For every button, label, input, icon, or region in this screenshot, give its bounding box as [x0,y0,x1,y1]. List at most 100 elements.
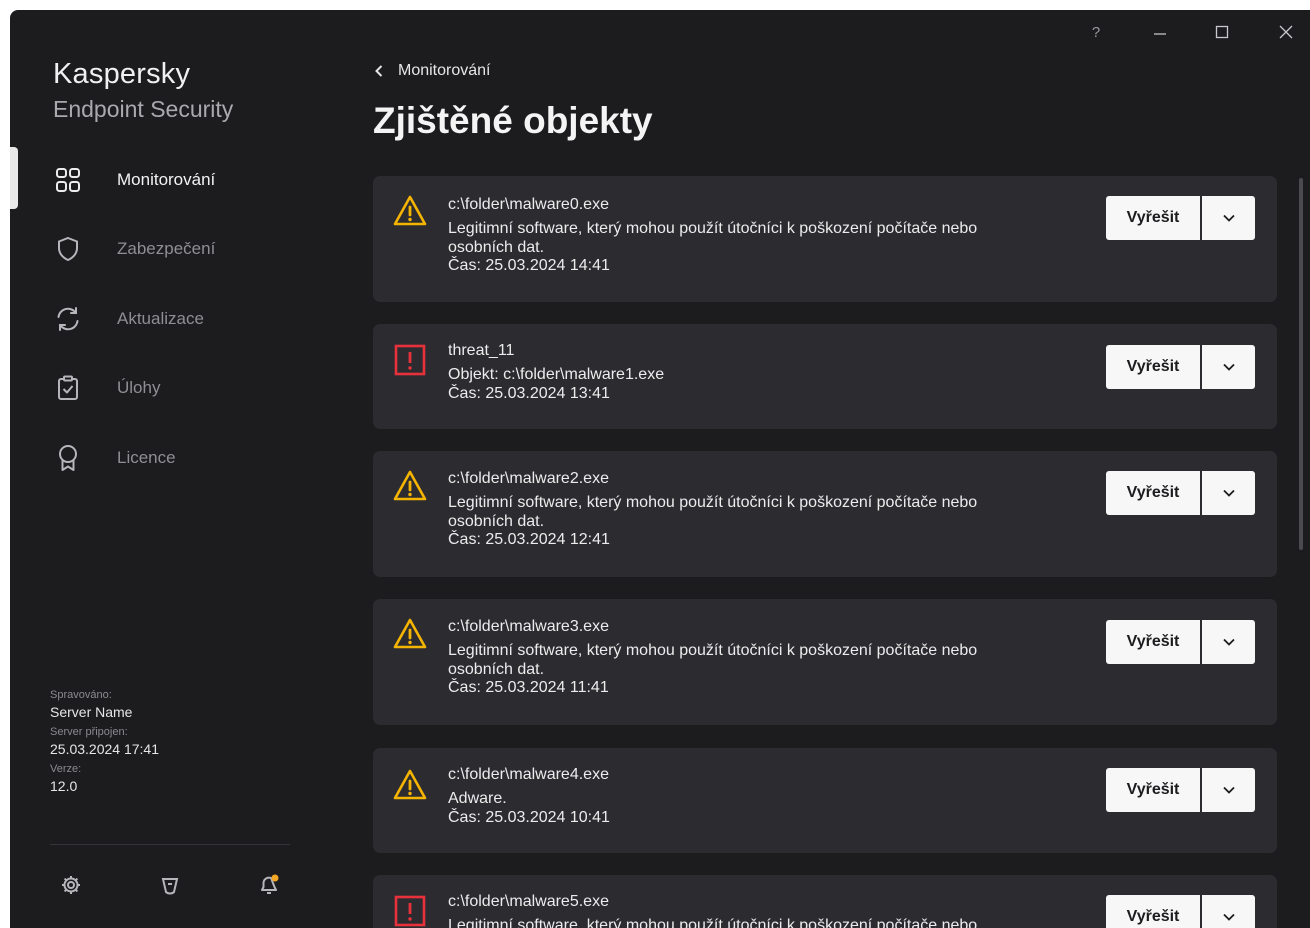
chevron-down-icon [1222,489,1235,497]
card-details: c:\folder\malware2.exe Legitimní softwar… [448,469,1088,549]
threat-description: Legitimní software, který mohou použít ú… [448,917,978,928]
divider [50,844,290,845]
close-icon [1279,25,1293,39]
chevron-down-icon [1222,786,1235,794]
more-actions-button[interactable] [1202,471,1255,515]
product-name: Endpoint Security [53,96,234,122]
support-button[interactable] [157,872,183,898]
sidebar-item-security[interactable]: Zabezpečení [10,215,310,285]
object-path: Objekt: c:\folder\malware1.exe [448,366,665,383]
shield-icon [54,235,82,263]
sidebar-item-label: Monitorování [117,169,216,189]
close-button[interactable] [1266,20,1306,44]
detection-card: threat_11 Objekt: c:\folder\malware1.exe… [373,324,1277,429]
managed-label: Spravováno: [50,689,112,701]
warning-icon [393,470,427,501]
card-details: c:\folder\malware5.exe Legitimní softwar… [448,892,1088,928]
sidebar-bottom-toolbar [50,872,290,900]
notifications-icon [261,874,279,894]
sidebar: Kaspersky Endpoint Security Monitorování [10,10,310,928]
minimize-icon [1154,33,1166,35]
detection-card: c:\folder\malware2.exe Legitimní softwar… [373,451,1277,577]
detection-time: Čas: 25.03.2024 13:41 [448,385,610,402]
dashboard-icon [54,166,82,194]
detection-time: Čas: 25.03.2024 12:41 [448,531,610,548]
card-details: threat_11 Objekt: c:\folder\malware1.exe… [448,341,1088,403]
connected-value: 25.03.2024 17:41 [50,741,159,757]
object-path: c:\folder\malware4.exe [448,766,609,783]
chevron-down-icon [1222,913,1235,921]
resolve-button[interactable]: Vyřešit [1106,620,1200,664]
more-actions-button[interactable] [1202,345,1255,389]
more-actions-button[interactable] [1202,196,1255,240]
clipboard-check-icon [54,374,82,402]
sidebar-item-monitoring[interactable]: Monitorování [10,145,310,215]
refresh-icon [54,305,82,333]
support-icon [161,878,179,895]
version-value: 12.0 [50,778,78,794]
maximize-button[interactable] [1202,20,1242,44]
detection-card: c:\folder\malware3.exe Legitimní softwar… [373,599,1277,725]
active-indicator [10,147,18,209]
help-icon: ? [1091,23,1101,41]
sidebar-item-label: Aktualizace [117,308,204,328]
object-path: c:\folder\malware3.exe [448,618,609,635]
more-actions-button[interactable] [1202,895,1255,928]
warning-icon [393,618,427,649]
version-label: Verze: [50,763,82,775]
sidebar-nav: Monitorování Zabezpečení Aktualizace Úlo… [10,145,310,493]
scrollbar[interactable] [1299,178,1303,550]
back-link-label: Monitorování [398,62,491,79]
minimize-button[interactable] [1140,20,1180,44]
detection-card: c:\folder\malware4.exe Adware. Čas: 25.0… [373,748,1277,853]
managed-value: Server Name [50,704,133,720]
sidebar-item-update[interactable]: Aktualizace [10,284,310,354]
detection-time: Čas: 25.03.2024 11:41 [448,679,609,696]
app-window: ? Kaspersky Endpoint Security Monitorová… [10,10,1310,928]
settings-button[interactable] [58,872,84,898]
more-actions-button[interactable] [1202,620,1255,664]
server-info: Spravováno: Server Name Server připojen:… [50,688,159,799]
threat-description-cont: osobních dat. [448,661,545,678]
critical-alert-icon [394,344,426,376]
threat-description-cont: osobních dat. [448,239,545,256]
resolve-button[interactable]: Vyřešit [1106,345,1200,389]
chevron-down-icon [1222,638,1235,646]
brand-name: Kaspersky [53,58,191,90]
resolve-button[interactable]: Vyřešit [1106,768,1200,812]
chevron-down-icon [1222,214,1235,222]
threat-description-cont: osobních dat. [448,513,545,530]
sidebar-item-license[interactable]: Licence [10,423,310,493]
sidebar-item-label: Licence [117,447,176,467]
critical-alert-icon [394,895,426,927]
resolve-button[interactable]: Vyřešit [1106,895,1200,928]
threat-description: Legitimní software, který mohou použít ú… [448,642,978,659]
sidebar-item-label: Zabezpečení [117,239,216,259]
award-icon [54,444,82,472]
settings-icon [62,876,80,894]
card-details: c:\folder\malware4.exe Adware. Čas: 25.0… [448,765,1088,827]
detection-card: c:\folder\malware0.exe Legitimní softwar… [373,176,1277,302]
card-details: c:\folder\malware3.exe Legitimní softwar… [448,617,1088,697]
more-actions-button[interactable] [1202,768,1255,812]
detection-time: Čas: 25.03.2024 10:41 [448,809,610,826]
resolve-button[interactable]: Vyřešit [1106,196,1200,240]
threat-description: Legitimní software, který mohou použít ú… [448,220,978,237]
chevron-down-icon [1222,363,1235,371]
warning-icon [393,195,427,226]
object-path: c:\folder\malware5.exe [448,893,609,910]
resolve-button[interactable]: Vyřešit [1106,471,1200,515]
threat-name: threat_11 [448,342,515,359]
object-path: c:\folder\malware0.exe [448,196,609,213]
maximize-icon [1215,25,1229,39]
help-button[interactable]: ? [1076,20,1116,44]
back-link[interactable]: Monitorování [374,62,491,80]
sidebar-item-label: Úlohy [117,378,161,398]
chevron-left-icon [375,65,383,77]
card-details: c:\folder\malware0.exe Legitimní softwar… [448,195,1088,275]
connected-label: Server připojen: [50,726,128,738]
threat-description: Adware. [448,790,507,807]
detection-time: Čas: 25.03.2024 14:41 [448,257,610,274]
sidebar-item-tasks[interactable]: Úlohy [10,354,310,424]
notifications-button[interactable] [256,872,282,898]
